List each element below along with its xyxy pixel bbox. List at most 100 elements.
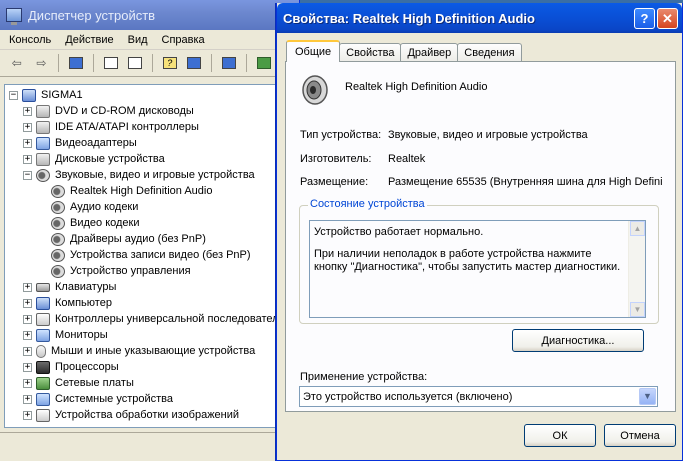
expand-icon[interactable]: + [23,298,32,308]
device-manager-titlebar[interactable]: Диспетчер устройств [0,0,299,30]
toolbar-separator [245,54,247,72]
imaging-device-icon [36,408,50,422]
collapse-icon[interactable]: − [9,90,18,100]
tree-item-category[interactable]: + Клавиатуры [5,279,297,295]
menu-action[interactable]: Действие [58,34,120,46]
tree-item-category[interactable]: + Сетевые платы [5,375,297,391]
status-bar [0,432,300,461]
scroll-down-icon[interactable]: ▼ [630,302,645,317]
tree-item-device[interactable]: Устройства записи видео (без PnP) [5,247,297,263]
cdrom-icon [36,104,50,118]
close-button[interactable]: ✕ [657,8,678,29]
expand-icon[interactable]: + [23,314,32,324]
expand-icon[interactable]: + [23,282,32,292]
cpu-icon [36,360,50,374]
collapse-icon[interactable]: − [23,170,32,180]
print-icon[interactable] [124,53,146,73]
tree-item-label: Дисковые устройства [55,153,165,165]
device-type-value: Звуковые, видео и игровые устройства [388,129,588,141]
device-usage-value: Это устройство используется (включено) [303,390,513,403]
help-icon[interactable]: ? [159,53,181,73]
expand-icon[interactable]: + [23,106,32,116]
properties-icon[interactable] [100,53,122,73]
ok-button[interactable]: ОК [524,424,596,447]
speaker-icon [51,184,65,198]
expand-icon[interactable]: + [23,138,32,148]
tree-item-category[interactable]: + Системные устройства [5,391,297,407]
diagnostics-button[interactable]: Диагностика... [512,329,644,352]
tree-item-category[interactable]: + Мониторы [5,327,297,343]
chevron-down-icon[interactable]: ▼ [639,388,656,405]
tab-details[interactable]: Сведения [457,43,522,62]
scroll-up-icon[interactable]: ▲ [630,221,645,236]
device-tree[interactable]: − SIGMA1 + DVD и CD-ROM дисководы + IDE ATA/A… [4,84,298,428]
expand-icon[interactable]: + [23,362,32,372]
tree-item-category[interactable]: + Контроллеры универсальной последователь… [5,311,297,327]
tree-item-label: Компьютер [55,297,112,309]
tree-item-category[interactable]: + IDE ATA/ATAPI контроллеры [5,119,297,135]
tree-item-category[interactable]: + DVD и CD-ROM дисководы [5,103,297,119]
tree-item-device[interactable]: Realtek High Definition Audio [5,183,297,199]
tree-item-label: Драйверы аудио (без PnP) [70,233,206,245]
status-scrollbar[interactable]: ▲ ▼ [628,221,645,317]
expand-icon[interactable]: + [23,346,32,356]
toolbar-separator [58,54,60,72]
device-manager-app-icon [6,8,22,25]
back-arrow-icon[interactable]: ⇦ [6,53,28,73]
system-device-icon [36,392,50,406]
speaker-icon [51,216,65,230]
menu-help[interactable]: Справка [155,34,212,46]
tree-item-label: IDE ATA/ATAPI контроллеры [55,121,199,133]
cancel-button[interactable]: Отмена [604,424,676,447]
tree-item-label: Звуковые, видео и игровые устройства [55,169,255,181]
scan-hardware-icon[interactable] [218,53,240,73]
menu-bar: Консоль Действие Вид Справка [0,30,299,50]
tree-item-category[interactable]: + Мыши и иные указывающие устройства [5,343,297,359]
toolbar-separator [92,54,94,72]
network-card-icon [36,376,50,390]
expand-icon[interactable]: + [23,122,32,132]
expand-icon[interactable]: + [23,154,32,164]
tree-item-label: Мыши и иные указывающие устройства [51,345,256,357]
speaker-icon [51,248,65,262]
speaker-icon [302,75,328,105]
show-hide-tree-icon[interactable] [65,53,87,73]
menu-console[interactable]: Консоль [2,34,58,46]
location-label: Размещение: [300,176,369,188]
tree-item-device[interactable]: Видео кодеки [5,215,297,231]
forward-arrow-icon[interactable]: ⇨ [31,53,53,73]
speaker-icon [51,232,65,246]
expand-icon[interactable]: + [23,410,32,420]
update-driver-icon[interactable] [253,53,275,73]
expand-icon[interactable]: + [23,394,32,404]
tab-properties[interactable]: Свойства [339,43,402,62]
tree-item-category[interactable]: + Видеоадаптеры [5,135,297,151]
tree-item-device[interactable]: Аудио кодеки [5,199,297,215]
tree-item-root[interactable]: − SIGMA1 [5,87,297,103]
tree-item-category[interactable]: − Звуковые, видео и игровые устройства [5,167,297,183]
tree-item-category[interactable]: + Устройства обработки изображений [5,407,297,423]
toolbar: ⇦ ⇨ ? [0,50,299,77]
device-manager-window: Диспетчер устройств Консоль Действие Вид… [0,0,300,461]
display-adapter-icon [36,136,50,150]
tab-general[interactable]: Общие [286,40,341,62]
view-icon[interactable] [184,53,206,73]
speaker-icon [51,264,65,278]
expand-icon[interactable]: + [23,378,32,388]
tree-item-label: Процессоры [55,361,119,373]
tree-item-category[interactable]: + Дисковые устройства [5,151,297,167]
tree-item-label: Клавиатуры [55,281,117,293]
device-manager-title: Диспетчер устройств [28,7,156,23]
help-button[interactable]: ? [634,8,655,29]
tree-item-device[interactable]: Устройство управления [5,263,297,279]
tree-item-device[interactable]: Драйверы аудио (без PnP) [5,231,297,247]
device-usage-select[interactable]: Это устройство используется (включено) ▼ [299,386,658,407]
device-usage-label: Применение устройства: [300,371,428,383]
expand-icon[interactable]: + [23,330,32,340]
computer-icon [22,88,36,102]
menu-view[interactable]: Вид [121,34,155,46]
tab-driver[interactable]: Драйвер [400,43,459,62]
tree-item-category[interactable]: + Компьютер [5,295,297,311]
dialog-titlebar[interactable]: Свойства: Realtek High Definition Audio … [277,3,682,33]
tree-item-category[interactable]: + Процессоры [5,359,297,375]
